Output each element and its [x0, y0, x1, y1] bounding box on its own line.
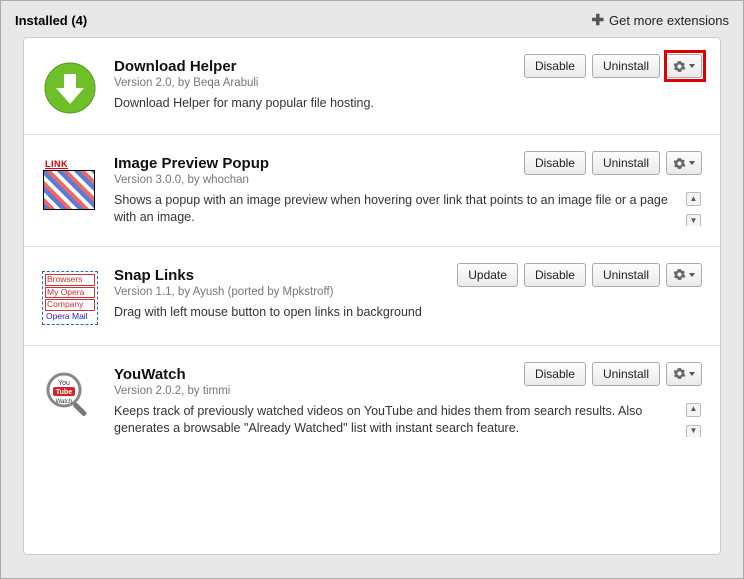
extension-icon: LINK — [40, 159, 100, 226]
uninstall-button[interactable]: Uninstall — [592, 54, 660, 78]
description-scrollbar[interactable]: ▲ ▼ — [686, 403, 702, 437]
description-scrollbar[interactable]: ▲ ▼ — [686, 192, 702, 226]
gear-icon — [673, 60, 686, 73]
svg-text:You: You — [58, 380, 70, 387]
gear-icon — [673, 157, 686, 170]
scroll-up-icon[interactable]: ▲ — [686, 403, 701, 417]
thumbnail-icon — [43, 170, 95, 210]
extension-description: Keeps track of previously watched videos… — [114, 403, 702, 437]
uninstall-button[interactable]: Uninstall — [592, 263, 660, 287]
settings-button[interactable] — [666, 151, 702, 175]
download-arrow-icon — [44, 62, 96, 114]
settings-button[interactable] — [666, 54, 702, 78]
get-more-label: Get more extensions — [609, 13, 729, 28]
extension-meta: Version 2.0, by Beqa Arabuli — [114, 77, 702, 89]
extension-row-snap-links: Browsers My Opera Company Opera Mail Sna… — [24, 247, 720, 346]
chevron-down-icon — [689, 161, 695, 165]
gear-icon — [673, 268, 686, 281]
disable-button[interactable]: Disable — [524, 151, 586, 175]
image-preview-icon: LINK — [43, 159, 97, 210]
scroll-down-icon[interactable]: ▼ — [686, 425, 701, 437]
snap-links-icon: Browsers My Opera Company Opera Mail — [42, 271, 98, 325]
extension-row-youwatch: You Tube Watch You Watch Version 2.0.2, b… — [24, 346, 720, 457]
extension-description: Drag with left mouse button to open link… — [114, 304, 702, 321]
chevron-down-icon — [689, 64, 695, 68]
plus-icon: ✚ — [591, 11, 604, 29]
gear-icon — [673, 367, 686, 380]
extension-icon: You Tube Watch — [40, 370, 100, 437]
update-button[interactable]: Update — [457, 263, 518, 287]
extension-row-image-preview: LINK Image Preview Popup Version 3.0.0, … — [24, 135, 720, 247]
chevron-down-icon — [689, 273, 695, 277]
disable-button[interactable]: Disable — [524, 362, 586, 386]
chevron-down-icon — [689, 372, 695, 376]
extension-row-download-helper: Download Helper Version 2.0, by Beqa Ara… — [24, 38, 720, 135]
uninstall-button[interactable]: Uninstall — [592, 151, 660, 175]
extension-actions: Disable Uninstall — [524, 54, 702, 78]
page-header: Installed (4) ✚ Get more extensions — [1, 1, 743, 37]
scroll-up-icon[interactable]: ▲ — [686, 192, 701, 206]
youwatch-icon: You Tube Watch — [44, 370, 96, 422]
extension-meta: Version 2.0.2, by timmi — [114, 385, 702, 397]
settings-button[interactable] — [666, 263, 702, 287]
extension-icon: Browsers My Opera Company Opera Mail — [40, 271, 100, 325]
settings-button[interactable] — [666, 362, 702, 386]
scroll-down-icon[interactable]: ▼ — [686, 214, 701, 226]
uninstall-button[interactable]: Uninstall — [592, 362, 660, 386]
svg-text:Watch: Watch — [56, 399, 73, 405]
extension-icon — [40, 62, 100, 114]
extension-description: Download Helper for many popular file ho… — [114, 95, 702, 112]
link-badge: LINK — [45, 159, 68, 169]
svg-text:Tube: Tube — [56, 389, 72, 396]
extension-meta: Version 3.0.0, by whochan — [114, 174, 702, 186]
extension-description: Shows a popup with an image preview when… — [114, 192, 702, 226]
get-more-extensions-link[interactable]: ✚ Get more extensions — [591, 11, 729, 29]
extensions-panel: Download Helper Version 2.0, by Beqa Ara… — [23, 37, 721, 555]
installed-title: Installed (4) — [15, 13, 87, 28]
extension-actions: Update Disable Uninstall — [457, 263, 702, 287]
extension-meta: Version 1.1, by Ayush (ported by Mpkstro… — [114, 286, 702, 298]
disable-button[interactable]: Disable — [524, 263, 586, 287]
extension-actions: Disable Uninstall — [524, 151, 702, 175]
disable-button[interactable]: Disable — [524, 54, 586, 78]
extension-actions: Disable Uninstall — [524, 362, 702, 386]
